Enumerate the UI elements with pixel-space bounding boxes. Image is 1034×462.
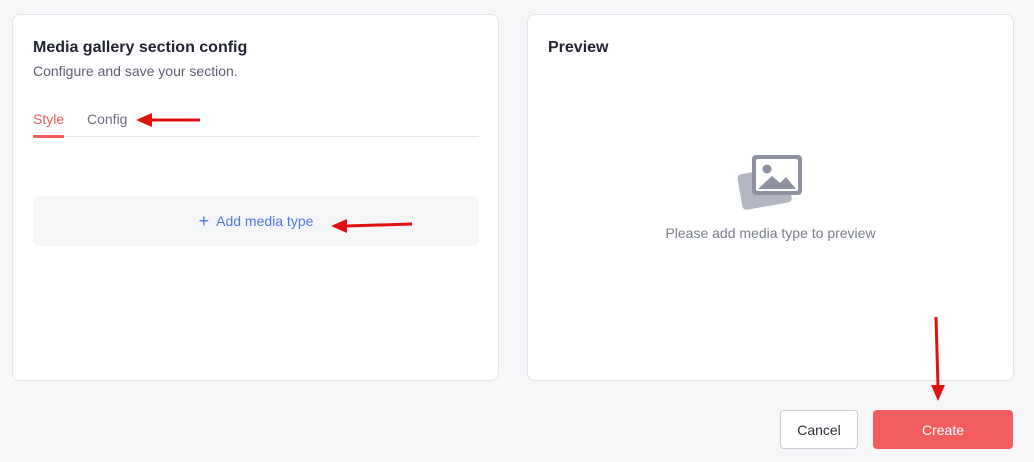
image-stack-icon	[736, 155, 802, 210]
preview-panel-title: Preview	[548, 39, 609, 56]
add-media-type-label: Add media type	[216, 213, 314, 229]
tab-bar: Style Config	[33, 111, 479, 138]
preview-panel: Preview Please add media type to preview	[527, 14, 1014, 381]
page: Media gallery section config Configure a…	[0, 0, 1034, 462]
add-media-type-button[interactable]: + Add media type	[33, 196, 479, 246]
preview-empty-state: Please add media type to preview	[528, 151, 1013, 241]
config-panel: Media gallery section config Configure a…	[12, 14, 499, 381]
tab-style[interactable]: Style	[33, 111, 65, 138]
preview-empty-text: Please add media type to preview	[665, 225, 876, 241]
config-panel-subtitle: Configure and save your section.	[33, 63, 238, 79]
config-panel-title: Media gallery section config	[33, 39, 248, 56]
create-button[interactable]: Create	[873, 410, 1013, 449]
cancel-button[interactable]: Cancel	[780, 410, 858, 449]
tab-config[interactable]: Config	[87, 111, 127, 137]
plus-icon: +	[198, 211, 210, 231]
